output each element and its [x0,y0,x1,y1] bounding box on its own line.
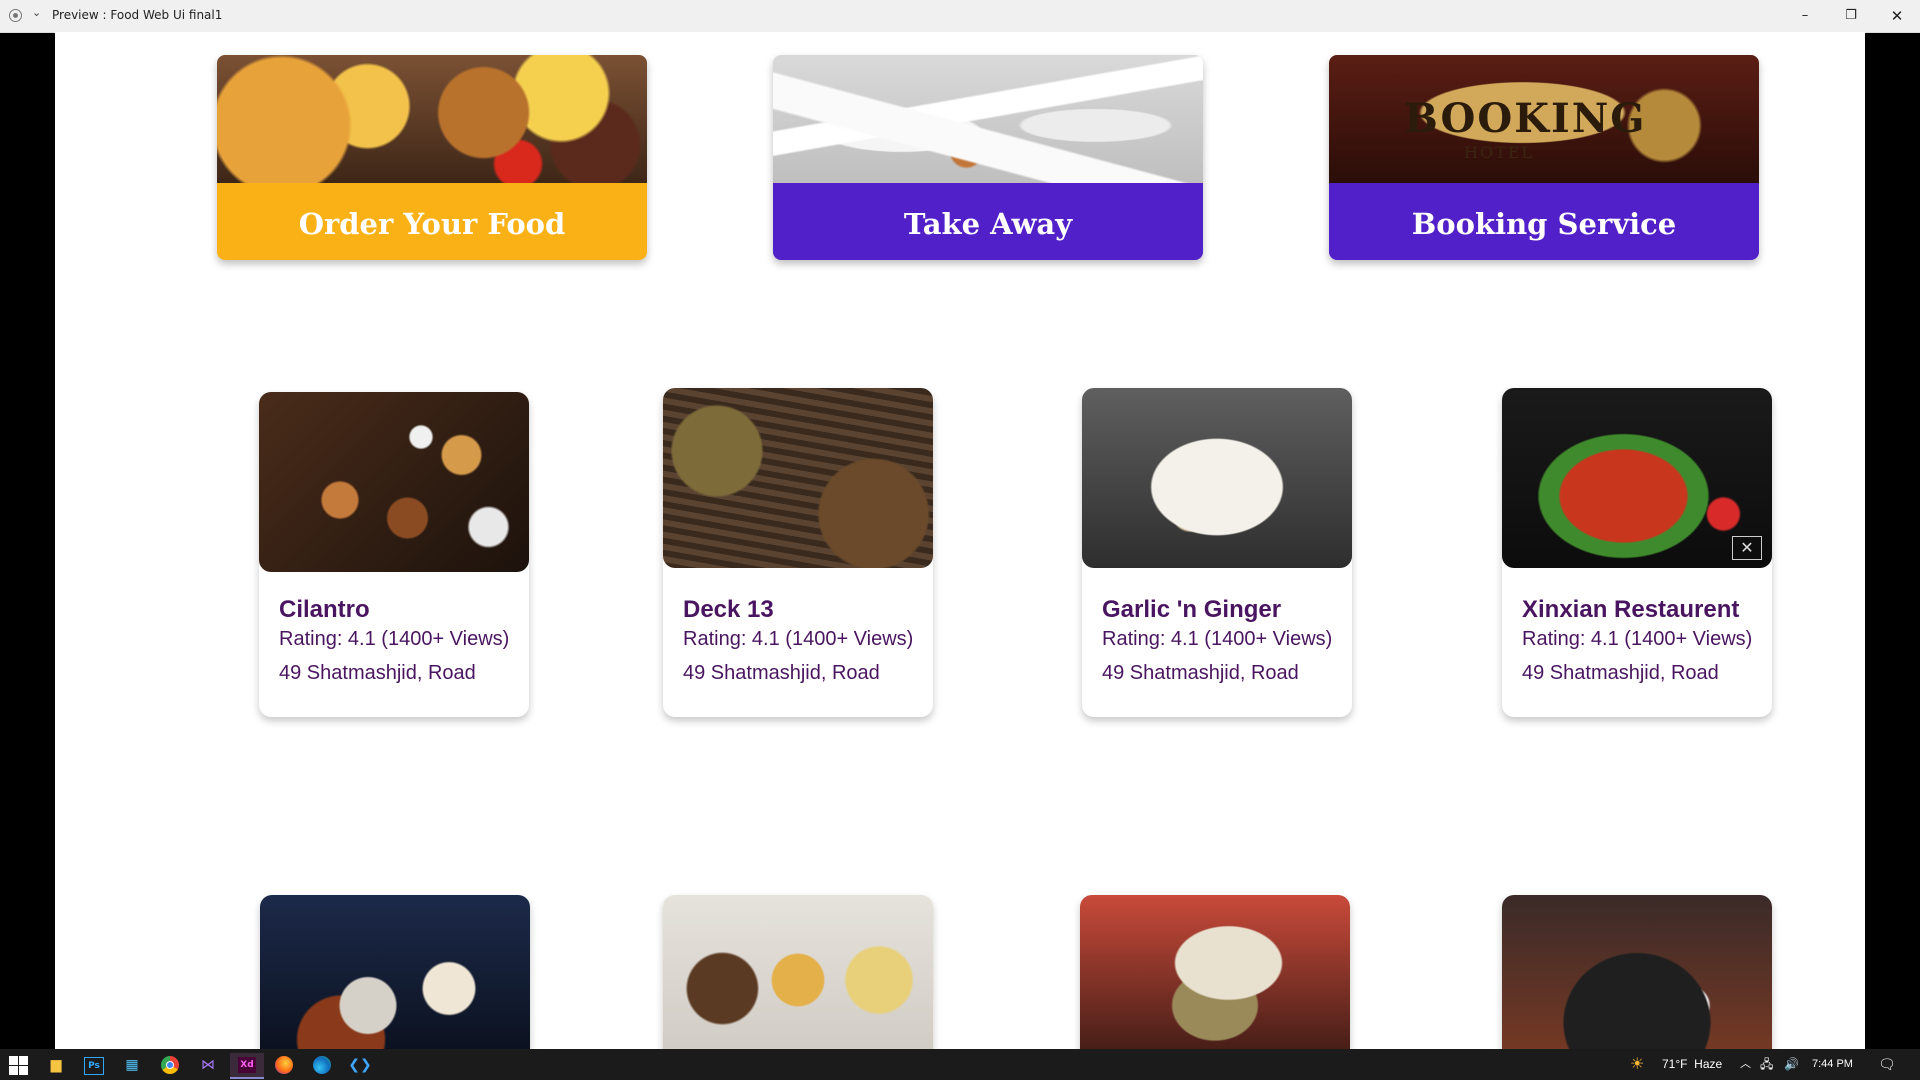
network-icon[interactable]: 🖧 [1760,1049,1773,1080]
restaurant-address: 49 Shatmashjid, Road [1102,662,1299,684]
windows-start-icon[interactable] [6,1053,30,1077]
food-photo [217,55,647,183]
taskbar: ▆ Ps ▦ ⋈ Xd ❮❯ ☀ 71°F Haze ︿ 🖧 🔊 7:44 PM… [0,1049,1920,1080]
restaurant-card-photo[interactable] [1502,895,1772,1049]
firefox-icon[interactable] [272,1053,296,1077]
photoshop-icon[interactable]: Ps [82,1053,106,1077]
close-button[interactable]: ✕ [1874,0,1920,32]
booking-sign-text: BOOKING [1404,95,1647,142]
restaurant-rating: Rating: 4.1 (1400+ Views) [279,628,510,650]
adobe-xd-icon[interactable]: Xd [230,1053,264,1079]
vscode-icon[interactable]: ❮❯ [348,1053,372,1077]
restaurant-address: 49 Shatmashjid, Road [683,662,880,684]
clock[interactable]: 7:44 PM [1812,1049,1853,1080]
tray-overflow-icon[interactable]: ︿ [1740,1049,1751,1080]
booking-sign-subtext: HOTEL [1464,143,1535,162]
edge-icon[interactable] [310,1053,334,1077]
restaurant-photo [663,388,933,568]
minimize-button[interactable]: – [1782,0,1828,32]
restaurant-address: 49 Shatmashjid, Road [279,662,476,684]
service-card-take-away[interactable]: Take Away [773,55,1203,260]
notification-icon[interactable]: 🗨 [1878,1049,1896,1080]
restaurant-photo [1082,388,1352,568]
microsoft-store-icon[interactable]: ▦ [120,1053,144,1077]
restaurant-rating: Rating: 4.1 (1400+ Views) [683,628,914,650]
weather-icon[interactable]: ☀ [1630,1049,1644,1080]
service-label: Order Your Food [298,207,566,241]
service-label: Take Away [903,207,1073,241]
volume-icon[interactable]: 🔊 [1784,1049,1799,1080]
chevron-down-icon[interactable]: ⌄ [32,6,41,19]
maximize-button[interactable]: ❐ [1828,0,1874,32]
restaurant-card-xinxian[interactable]: ✕ Xinxian Restaurent Rating: 4.1 (1400+ … [1502,388,1772,717]
window-titlebar: ⌄ Preview : Food Web Ui final1 – ❐ ✕ [0,0,1920,33]
file-explorer-icon[interactable]: ▆ [44,1053,68,1077]
service-card-booking[interactable]: BOOKING HOTEL Booking Service [1329,55,1759,260]
restaurant-name: Deck 13 [683,596,774,623]
restaurant-card-photo[interactable] [260,895,530,1049]
window-title: Preview : Food Web Ui final1 [52,8,223,22]
restaurant-photo: ✕ [1502,388,1772,568]
takeaway-photo [773,55,1203,183]
preview-page: Order Your Food Take Away BOOKING HOTEL … [55,32,1865,1049]
restaurant-card-cilantro[interactable]: Cilantro Rating: 4.1 (1400+ Views) 49 Sh… [259,392,529,717]
restaurant-card-photo[interactable] [1080,895,1350,1049]
booking-photo: BOOKING HOTEL [1329,55,1759,183]
restaurant-photo [259,392,529,572]
restaurant-card-deck-13[interactable]: Deck 13 Rating: 4.1 (1400+ Views) 49 Sha… [663,388,933,717]
restaurant-name: Garlic 'n Ginger [1102,596,1282,623]
close-icon: ✕ [1732,536,1762,560]
restaurant-name: Xinxian Restaurent [1522,596,1740,623]
app-icon [9,9,22,22]
restaurant-card-garlic-n-ginger[interactable]: Garlic 'n Ginger Rating: 4.1 (1400+ View… [1082,388,1352,717]
service-label: Booking Service [1411,207,1677,241]
restaurant-rating: Rating: 4.1 (1400+ Views) [1102,628,1333,650]
visual-studio-icon[interactable]: ⋈ [196,1053,220,1077]
service-card-order-food[interactable]: Order Your Food [217,55,647,260]
chrome-icon[interactable] [158,1053,182,1077]
restaurant-address: 49 Shatmashjid, Road [1522,662,1719,684]
restaurant-rating: Rating: 4.1 (1400+ Views) [1522,628,1753,650]
restaurant-card-photo[interactable] [663,895,933,1049]
weather-text[interactable]: 71°F Haze [1662,1049,1722,1080]
restaurant-name: Cilantro [279,596,370,623]
